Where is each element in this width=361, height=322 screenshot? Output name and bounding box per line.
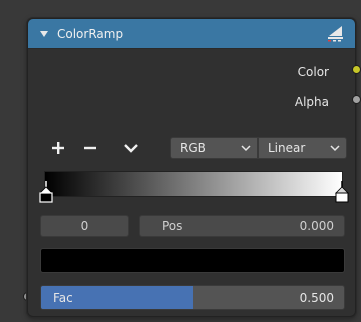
active-stop-index-value: 0	[80, 219, 89, 233]
fac-slider[interactable]: Fac 0.500	[40, 285, 345, 310]
output-color-label: Color	[297, 65, 329, 79]
color-mode-select[interactable]: RGB	[170, 137, 258, 159]
alpha-output-socket[interactable]	[352, 95, 361, 104]
remove-stop-button[interactable]	[80, 137, 100, 159]
fac-label: Fac	[53, 291, 73, 305]
color-output-socket[interactable]	[352, 65, 361, 74]
color-ramp-widget[interactable]	[39, 171, 349, 203]
stop-color-swatch[interactable]	[40, 248, 345, 273]
minus-icon	[84, 146, 96, 150]
stop-position-field[interactable]: Pos 0.000	[139, 215, 345, 237]
stop-position-label: Pos	[162, 219, 183, 233]
stop-position-value: 0.000	[299, 219, 334, 233]
collapse-triangle-icon[interactable]	[40, 30, 48, 37]
gradient-bar[interactable]	[44, 171, 343, 197]
output-alpha-label: Alpha	[294, 95, 329, 109]
active-stop-index-field[interactable]: 0	[40, 215, 129, 237]
fac-value: 0.500	[299, 291, 334, 305]
node-preview-icon[interactable]	[325, 24, 345, 42]
interpolation-select[interactable]: Linear	[258, 137, 347, 159]
chevron-down-icon	[124, 144, 138, 153]
interpolation-value: Linear	[268, 141, 306, 155]
add-stop-button[interactable]	[48, 137, 68, 159]
color-stop-handle-1[interactable]	[335, 181, 349, 203]
ramp-menu-button[interactable]	[120, 137, 142, 159]
node-header[interactable]: ColorRamp	[28, 19, 355, 49]
chevron-down-icon	[241, 145, 251, 152]
node-title: ColorRamp	[57, 26, 124, 41]
color-stop-handle-0[interactable]	[39, 181, 53, 203]
plus-icon	[52, 142, 64, 154]
color-mode-value: RGB	[180, 141, 206, 155]
colorramp-node[interactable]: ColorRamp Color Alpha RGB Linear 0 Pos 0…	[27, 18, 356, 317]
chevron-down-icon	[330, 145, 340, 152]
